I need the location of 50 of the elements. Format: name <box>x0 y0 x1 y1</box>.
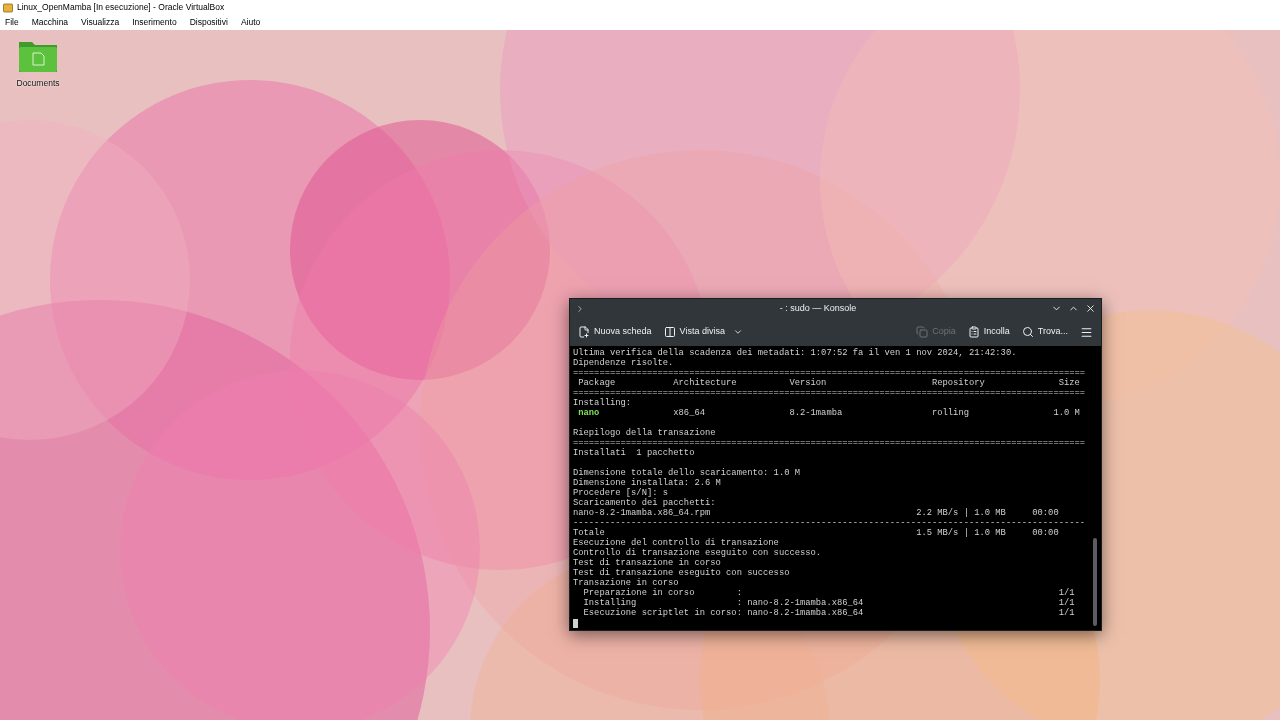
terminal-line: Scaricamento dei pacchetti: <box>573 498 716 508</box>
menu-icon[interactable] <box>1080 325 1093 339</box>
clipboard-icon <box>967 326 980 338</box>
menu-item[interactable]: File <box>5 16 19 29</box>
terminal-line: Esecuzione scriptlet in corso: nano-8.2-1mamba.x86_64 1/1 <box>582 608 1075 618</box>
terminal-line: ================================================================================================= <box>573 368 1086 378</box>
toolbar-button[interactable]: Trova... <box>1021 325 1068 339</box>
terminal-line: Dimensione totale dello scaricamento: 1.0 M <box>573 468 800 478</box>
copy-icon <box>916 326 929 338</box>
terminal-line: Procedere [s/N]: s <box>573 488 669 498</box>
terminal-line: Dipendenze risolte. <box>573 358 674 368</box>
caret-icon <box>732 327 743 337</box>
menu-item[interactable]: Macchina <box>31 16 69 29</box>
terminal-line: Totale 1.5 MB/s | 1.0 MB 00:00 <box>573 528 1059 538</box>
menu-item[interactable]: Inserimento <box>132 16 177 29</box>
toolbar-button[interactable]: Incolla <box>967 325 1010 339</box>
window-title: Linux_OpenMamba [In esecuzione] - Oracle VirtualBox <box>17 1 225 14</box>
terminal-line: ------------------------------------------------------------------------------------------------- <box>573 518 1086 528</box>
terminal-line: Installati 1 pacchetto <box>573 448 695 458</box>
menu-item[interactable]: Aiuto <box>240 16 261 29</box>
toolbar-button[interactable]: Vista divisa <box>663 325 743 339</box>
terminal-line: Installing : nano-8.2-1mamba.x86_64 1/1 <box>582 598 1075 608</box>
terminal-line: ================================================================================================= <box>573 438 1086 448</box>
terminal-line: Esecuzione del controllo di transazione <box>573 538 779 548</box>
close-icon[interactable] <box>1085 303 1096 314</box>
terminal-line: Preparazione in corso : 1/1 <box>582 588 1075 598</box>
menu-item[interactable]: Dispositivi <box>189 16 228 29</box>
app-icon <box>3 2 13 13</box>
terminal-line: Riepilogo della transazione <box>573 428 716 438</box>
terminal-line: Dimensione installata: 2.6 M <box>573 478 721 488</box>
terminal-line: Transazione in corso <box>573 578 679 588</box>
search-icon <box>1021 326 1034 338</box>
terminal-line: Package Architecture Version Repository Size <box>577 378 1080 388</box>
package-name: nano <box>577 408 600 418</box>
toolbar-button[interactable]: Nuova scheda <box>578 325 652 339</box>
terminal-line: Ultima verifica della scadenza dei metadati: 1:07:52 fa il ven 1 nov 2024, 21:42:30. <box>573 348 1017 358</box>
icon-label: Documents <box>16 77 60 90</box>
terminal-line: x86_64 8.2-1mamba rolling 1.0 M <box>672 408 1080 418</box>
new-tab-icon <box>578 326 590 338</box>
window-title: - : sudo — Konsole <box>778 301 858 315</box>
terminal-icon <box>575 303 585 314</box>
split-view-icon <box>663 326 676 338</box>
terminal-line: Installing: <box>573 398 632 408</box>
terminal-line: Controllo di transazione eseguito con successo. <box>573 548 822 558</box>
menu-item[interactable]: Visualizza <box>81 16 120 29</box>
terminal-line: nano-8.2-1mamba.x86_64.rpm 2.2 MB/s | 1.0 MB 00:00 <box>573 508 1059 518</box>
terminal-line: Test di transazione eseguito con successo <box>573 568 790 578</box>
text-cursor <box>573 618 578 628</box>
terminal-line: Test di transazione in corso <box>573 558 721 568</box>
terminal-line: ================================================================================================= <box>573 388 1086 398</box>
